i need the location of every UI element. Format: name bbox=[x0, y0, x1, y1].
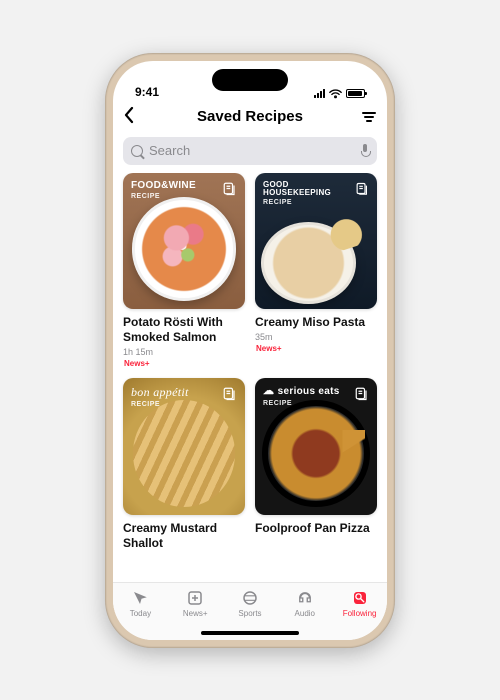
tab-label: Today bbox=[130, 609, 151, 618]
news-plus-icon bbox=[185, 589, 205, 607]
microphone-icon[interactable] bbox=[361, 144, 369, 157]
recipe-image: GOOD HOUSEKEEPING RECIPE bbox=[255, 173, 377, 310]
save-recipe-icon[interactable] bbox=[222, 386, 237, 401]
search-placeholder: Search bbox=[149, 143, 355, 158]
recipe-image: serious eats RECIPE bbox=[255, 378, 377, 515]
phone-frame: 9:41 Saved Recipes Search bbox=[105, 53, 395, 648]
sports-icon bbox=[240, 589, 260, 607]
recipe-source: GOOD HOUSEKEEPING bbox=[263, 181, 355, 197]
tab-following[interactable]: Following bbox=[332, 589, 387, 618]
recipe-image: bon appétit RECIPE bbox=[123, 378, 245, 515]
page-title: Saved Recipes bbox=[197, 108, 303, 125]
recipe-image: FOOD&WINE RECIPE bbox=[123, 173, 245, 310]
recipe-tag: RECIPE bbox=[263, 199, 292, 206]
tab-audio[interactable]: Audio bbox=[277, 589, 332, 618]
recipe-title: Creamy Miso Pasta bbox=[255, 315, 377, 330]
recipe-source: bon appétit bbox=[131, 386, 189, 399]
chevron-left-icon bbox=[123, 106, 135, 124]
recipe-title: Potato Rösti With Smoked Salmon bbox=[123, 315, 245, 345]
tab-label: Audio bbox=[295, 609, 315, 618]
today-icon bbox=[130, 589, 150, 607]
following-icon bbox=[350, 589, 370, 607]
tab-bar: Today News+ Sports Audio Following bbox=[113, 582, 387, 640]
audio-icon bbox=[295, 589, 315, 607]
battery-icon bbox=[346, 89, 365, 98]
tab-news-plus[interactable]: News+ bbox=[168, 589, 223, 618]
search-input[interactable]: Search bbox=[123, 137, 377, 165]
filter-icon bbox=[361, 112, 377, 122]
save-recipe-icon[interactable] bbox=[354, 386, 369, 401]
search-icon bbox=[131, 145, 143, 157]
dynamic-island bbox=[212, 69, 288, 91]
recipe-card[interactable]: bon appétit RECIPE Creamy Mustard Shallo… bbox=[123, 378, 245, 551]
news-plus-badge: News+ bbox=[255, 344, 377, 353]
news-plus-badge: News+ bbox=[123, 359, 245, 368]
tab-label: News+ bbox=[183, 609, 208, 618]
tab-label: Following bbox=[343, 609, 377, 618]
wifi-icon bbox=[329, 89, 342, 99]
home-indicator[interactable] bbox=[201, 631, 299, 635]
recipe-duration: 35m bbox=[255, 332, 377, 342]
recipe-card[interactable]: serious eats RECIPE Foolproof Pan Pizza bbox=[255, 378, 377, 551]
recipe-tag: RECIPE bbox=[263, 400, 292, 407]
recipe-tag: RECIPE bbox=[131, 401, 160, 408]
filter-button[interactable] bbox=[361, 112, 377, 122]
cellular-icon bbox=[314, 89, 325, 98]
recipe-duration: 1h 15m bbox=[123, 347, 245, 357]
recipe-card[interactable]: FOOD&WINE RECIPE Potato Rösti With Smoke… bbox=[123, 173, 245, 369]
recipe-card[interactable]: GOOD HOUSEKEEPING RECIPE Creamy Miso Pas… bbox=[255, 173, 377, 369]
recipe-tag: RECIPE bbox=[131, 193, 160, 200]
tab-sports[interactable]: Sports bbox=[223, 589, 278, 618]
recipe-source: serious eats bbox=[263, 386, 340, 398]
nav-bar: Saved Recipes bbox=[113, 101, 387, 133]
save-recipe-icon[interactable] bbox=[355, 181, 369, 196]
tab-today[interactable]: Today bbox=[113, 589, 168, 618]
recipe-grid: FOOD&WINE RECIPE Potato Rösti With Smoke… bbox=[113, 173, 387, 582]
recipe-title: Foolproof Pan Pizza bbox=[255, 521, 377, 536]
recipe-title: Creamy Mustard Shallot bbox=[123, 521, 245, 551]
clock: 9:41 bbox=[135, 85, 159, 99]
save-recipe-icon[interactable] bbox=[222, 181, 237, 196]
tab-label: Sports bbox=[238, 609, 261, 618]
back-button[interactable] bbox=[123, 106, 135, 128]
recipe-source: FOOD&WINE bbox=[131, 181, 196, 192]
screen: 9:41 Saved Recipes Search bbox=[113, 61, 387, 640]
